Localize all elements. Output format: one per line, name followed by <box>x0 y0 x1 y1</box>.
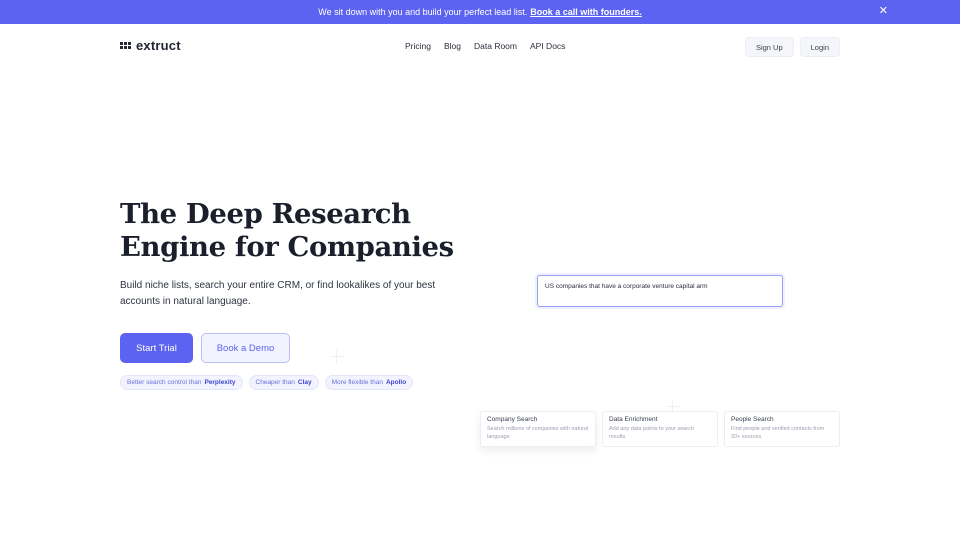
logo[interactable]: extruct <box>120 38 181 53</box>
card-data-enrichment[interactable]: Data Enrichment Add any data points to y… <box>602 411 718 447</box>
main-nav: Pricing Blog Data Room API Docs <box>405 41 578 51</box>
pill-text: More flexible than <box>331 379 383 386</box>
cta-row: Start Trial Book a Demo <box>120 333 290 363</box>
logo-grid-icon <box>120 42 133 49</box>
nav-api-docs[interactable]: API Docs <box>530 41 565 51</box>
card-title: Company Search <box>487 416 538 423</box>
close-icon[interactable]: ✕ <box>879 4 888 17</box>
announcement-banner: We sit down with you and build your perf… <box>0 0 960 24</box>
banner-message: We sit down with you and build your perf… <box>318 7 528 17</box>
feature-cards: Company Search Search millions of compan… <box>480 411 846 447</box>
sign-up-button[interactable]: Sign Up <box>744 37 794 57</box>
pill-text: Better search control than <box>127 379 202 386</box>
card-people-search[interactable]: People Search Find people and verified c… <box>724 411 840 447</box>
hero-subtitle: Build niche lists, search your entire CR… <box>120 280 436 307</box>
decorative-cross-icon <box>330 350 344 364</box>
card-title: Data Enrichment <box>609 416 658 423</box>
nav-pricing[interactable]: Pricing <box>405 41 431 51</box>
card-description: Search millions of companies with natura… <box>487 426 589 440</box>
book-call-link[interactable]: Book a call with founders. <box>530 7 642 17</box>
pill-clay: Cheaper than Clay <box>248 375 319 390</box>
card-description: Find people and verified contacts from 2… <box>731 426 825 440</box>
card-title: People Search <box>731 416 774 423</box>
site-header: extruct Pricing Blog Data Room API Docs … <box>0 24 960 68</box>
login-button[interactable]: Login <box>799 37 840 57</box>
nav-data-room[interactable]: Data Room <box>474 41 517 51</box>
book-demo-button[interactable]: Book a Demo <box>201 333 290 363</box>
auth-buttons: Sign Up Login <box>739 37 840 57</box>
card-description: Add any data points to your search resul… <box>609 426 694 440</box>
pill-brand: Clay <box>297 379 312 386</box>
card-company-search[interactable]: Company Search Search millions of compan… <box>480 411 596 447</box>
nav-blog[interactable]: Blog <box>444 41 461 51</box>
pill-perplexity: Better search control than Perplexity <box>120 375 243 390</box>
logo-text: extruct <box>136 38 181 53</box>
pill-apollo: More flexible than Apollo <box>324 375 414 390</box>
demo-search-input[interactable]: US companies that have a corporate ventu… <box>537 275 783 307</box>
pill-brand: Apollo <box>385 379 407 386</box>
pill-text: Cheaper than <box>255 379 295 386</box>
start-trial-button[interactable]: Start Trial <box>120 333 193 363</box>
comparison-pills: Better search control than Perplexity Ch… <box>120 375 419 390</box>
hero-title: The Deep Research Engine for Companies <box>120 198 454 263</box>
pill-brand: Perplexity <box>204 379 236 386</box>
